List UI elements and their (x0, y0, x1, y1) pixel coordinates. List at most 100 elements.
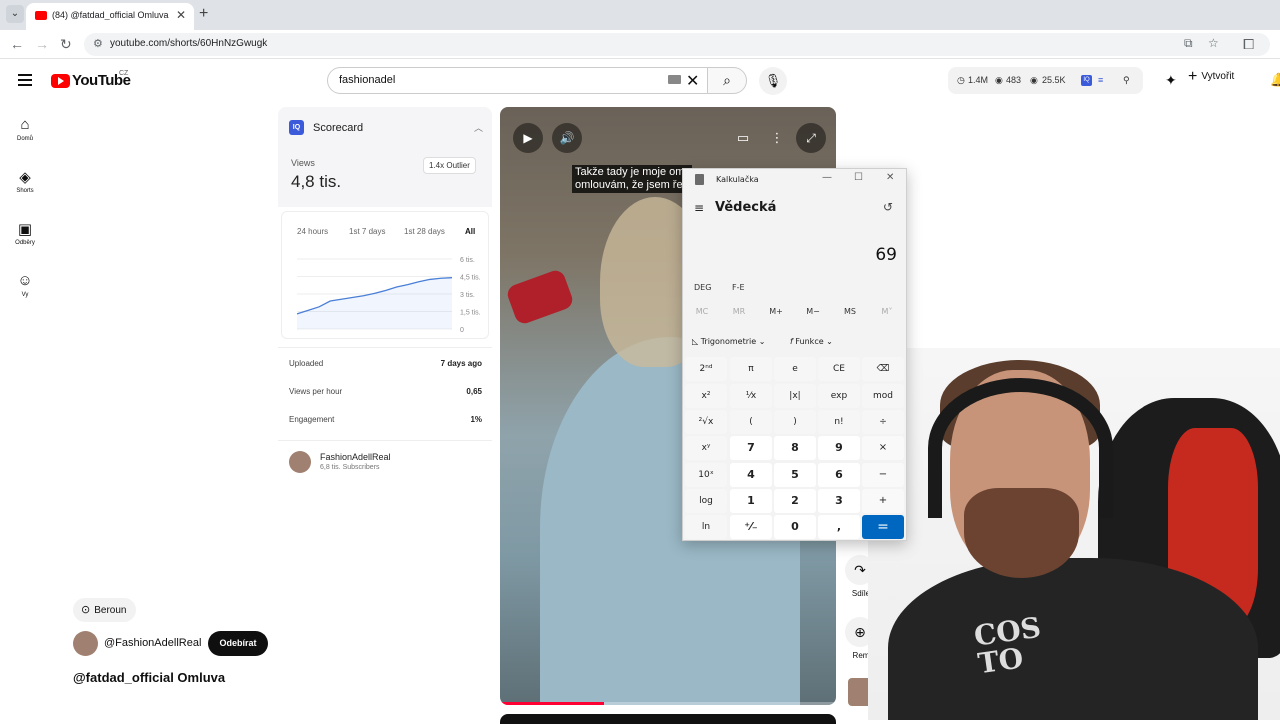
url-text[interactable]: youtube.com/shorts/60HnNzGwugk (110, 38, 267, 49)
calc-key[interactable]: 10ˣ (685, 463, 727, 487)
equals-button[interactable]: = (862, 515, 904, 539)
iq-extension-icon[interactable]: IQ (1081, 75, 1092, 86)
views-area (297, 277, 452, 329)
notifications-bell-icon[interactable]: 🔔 (1270, 72, 1280, 88)
sidebar-item-shorts[interactable]: ◈ Shorts (0, 168, 50, 194)
fullscreen-icon[interactable]: ⤢ (796, 123, 826, 153)
calc-key[interactable]: 9 (818, 436, 860, 460)
next-video-thumbnail[interactable] (500, 714, 836, 724)
channel-name[interactable]: FashionAdellReal (320, 452, 391, 462)
new-tab-button[interactable]: + (199, 5, 208, 23)
omnibox[interactable]: ⚙ youtube.com/shorts/60HnNzGwugk ⧉ ☆ (84, 33, 1270, 56)
calc-key[interactable]: ( (730, 410, 772, 434)
chevron-up-icon[interactable]: ︿ (474, 121, 483, 134)
calc-key[interactable]: ln (685, 515, 727, 539)
calc-key[interactable]: x² (685, 384, 727, 408)
create-button[interactable]: + Vytvořit (1188, 68, 1234, 86)
memory-button[interactable]: M+ (761, 307, 791, 316)
calc-key[interactable]: 2 (774, 489, 816, 513)
channel-row[interactable]: FashionAdellReal 6,8 tis. Subscribers (278, 443, 492, 483)
calc-key[interactable]: 0 (774, 515, 816, 539)
maximize-icon[interactable]: ☐ (854, 172, 863, 183)
site-info-icon[interactable]: ⚙ (93, 37, 103, 50)
minimize-icon[interactable]: — (822, 172, 832, 183)
sidebar-item-home[interactable]: ⌂ Domů (0, 116, 50, 142)
calc-key[interactable]: ⌫ (862, 357, 904, 381)
clear-search-icon[interactable]: ✕ (686, 71, 699, 91)
fe-button[interactable]: F-E (732, 283, 745, 292)
subscribe-button[interactable]: Odebírat (208, 631, 268, 656)
calc-key[interactable]: ¹⁄x (730, 384, 772, 408)
bookmark-star-icon[interactable]: ☆ (1208, 36, 1219, 50)
play-icon[interactable]: ▶ (513, 123, 543, 153)
extensions-icon[interactable]: ⧠ (1243, 36, 1254, 53)
voice-search-button[interactable]: 🎙 (759, 67, 787, 95)
memory-button[interactable]: MR (724, 307, 754, 316)
calc-key[interactable]: 6 (818, 463, 860, 487)
calc-key[interactable]: 4 (730, 463, 772, 487)
youtube-logo-icon[interactable] (51, 74, 70, 88)
angle-unit-button[interactable]: DEG (694, 283, 711, 292)
calc-key[interactable]: log (685, 489, 727, 513)
calculator-window[interactable]: Kalkulačka — ☐ ✕ ≡ Vědecká ↺ 69 DEG F-E … (682, 168, 907, 541)
calc-key[interactable]: xʸ (685, 436, 727, 460)
install-icon[interactable]: ⧉ (1184, 36, 1193, 51)
calc-key[interactable]: exp (818, 384, 860, 408)
calc-key[interactable]: e (774, 357, 816, 381)
calc-key[interactable]: n! (818, 410, 860, 434)
avatar[interactable] (73, 631, 98, 656)
extension-stats-pill[interactable]: ◷ 1.4M ◉ 483 ◉ 25.5K IQ ≡ ⚲ (948, 67, 1143, 94)
memory-button[interactable]: MS (835, 307, 865, 316)
forward-icon[interactable]: → (35, 36, 49, 52)
calc-key[interactable]: + (862, 489, 904, 513)
close-icon[interactable]: ✕ (886, 172, 894, 183)
browser-tab[interactable]: (84) @fatdad_official Omluva - ✕ (26, 3, 194, 30)
calc-key[interactable]: 5 (774, 463, 816, 487)
tab-close-icon[interactable]: ✕ (176, 8, 186, 22)
sidebar-item-you[interactable]: ☺ Vy (0, 272, 50, 298)
calc-key[interactable]: ²√x (685, 410, 727, 434)
hamburger-menu-icon[interactable]: ≡ (694, 201, 704, 215)
calc-key[interactable]: ÷ (862, 410, 904, 434)
calc-key[interactable]: ⁺⁄₋ (730, 515, 772, 539)
calc-key[interactable]: × (862, 436, 904, 460)
calc-key[interactable]: ) (774, 410, 816, 434)
captions-icon[interactable]: ▭ (728, 123, 758, 153)
calc-key[interactable]: 8 (774, 436, 816, 460)
calc-key[interactable]: |x| (774, 384, 816, 408)
memory-button[interactable]: M− (798, 307, 828, 316)
search-button[interactable]: ⌕ (707, 67, 747, 94)
calc-key[interactable]: 2ⁿᵈ (685, 357, 727, 381)
reload-icon[interactable]: ↻ (60, 36, 72, 53)
sidebar-item-subscriptions[interactable]: ▣ Odběry (0, 220, 50, 246)
more-options-icon[interactable]: ⋮ (762, 123, 792, 153)
calc-key[interactable]: − (862, 463, 904, 487)
list-icon[interactable]: ≡ (1098, 75, 1103, 85)
history-icon[interactable]: ↺ (883, 200, 893, 214)
back-icon[interactable]: ← (10, 36, 24, 52)
scorecard-header[interactable]: IQ Scorecard ︿ (278, 107, 492, 149)
channel-handle[interactable]: @FashionAdellReal (104, 637, 201, 649)
avatar[interactable] (289, 451, 311, 473)
calc-key[interactable]: 1 (730, 489, 772, 513)
search-input[interactable]: fashionadel ✕ (327, 67, 708, 94)
calc-key[interactable]: CE (818, 357, 860, 381)
trigonometry-menu[interactable]: ◺ Trigonometrie ⌄ (692, 337, 765, 346)
calc-key[interactable]: , (818, 515, 860, 539)
volume-icon[interactable]: 🔊 (552, 123, 582, 153)
memory-button[interactable]: M˅ (872, 307, 902, 316)
tab-search-button[interactable]: ⌄ (6, 5, 24, 23)
functions-menu[interactable]: f Funkce ⌄ (790, 337, 833, 346)
gem-extension-icon[interactable]: ✦ (1165, 72, 1177, 89)
location-chip[interactable]: ⊙ Beroun (73, 598, 137, 622)
search-value[interactable]: fashionadel (339, 74, 395, 86)
calc-key[interactable]: 3 (818, 489, 860, 513)
video-progress-bar[interactable] (500, 702, 836, 705)
calc-key[interactable]: mod (862, 384, 904, 408)
tag-icon[interactable]: ⚲ (1123, 75, 1130, 86)
menu-icon[interactable] (18, 74, 32, 86)
calc-key[interactable]: 7 (730, 436, 772, 460)
calc-key[interactable]: π (730, 357, 772, 381)
memory-button[interactable]: MC (687, 307, 717, 316)
keyboard-icon[interactable] (668, 75, 681, 84)
